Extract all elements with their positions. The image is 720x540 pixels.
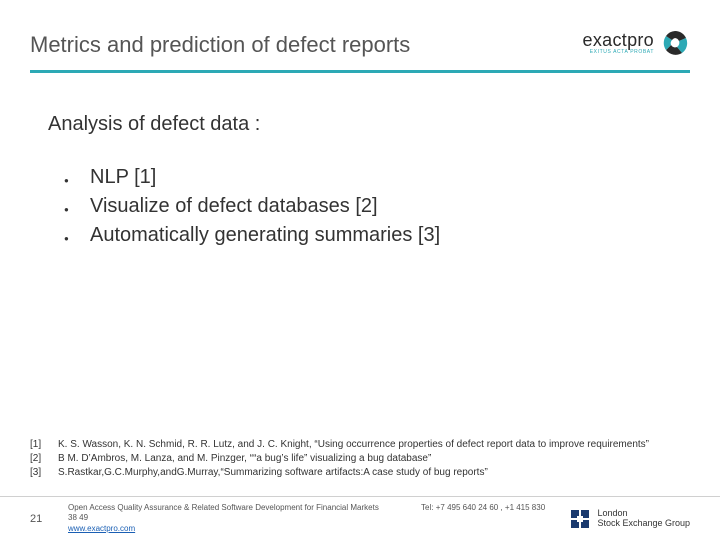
bullet-text: Automatically generating summaries [3]: [90, 224, 440, 247]
bullet-list: ● NLP [1] ● Visualize of defect database…: [48, 166, 672, 247]
exactpro-logo: exactpro EXITUS ACTA PROBAT: [583, 28, 690, 58]
reference-item: [3] S.Rastkar,G.C.Murphy,andG.Murray,“Su…: [30, 466, 690, 480]
logo-main-text: exactpro: [583, 31, 654, 49]
page-number: 21: [30, 513, 50, 525]
bullet-text: Visualize of defect databases [2]: [90, 195, 378, 218]
logo-sub-text: EXITUS ACTA PROBAT: [590, 50, 654, 55]
reference-text: K. S. Wasson, K. N. Schmid, R. R. Lutz, …: [58, 438, 690, 452]
lseg-line2: Stock Exchange Group: [597, 519, 690, 528]
reference-item: [2] B M. D’Ambros, M. Lanza, and M. Pinz…: [30, 452, 690, 466]
bullet-icon: ●: [64, 173, 90, 185]
lseg-logo: London Stock Exchange Group: [569, 508, 690, 530]
exactpro-mark-icon: [660, 28, 690, 58]
reference-number: [1]: [30, 438, 58, 452]
content-subtitle: Analysis of defect data :: [48, 113, 672, 136]
slide-content: Analysis of defect data : ● NLP [1] ● Vi…: [0, 73, 720, 247]
reference-text: S.Rastkar,G.C.Murphy,andG.Murray,“Summar…: [58, 466, 690, 480]
slide-footer: 21 Open Access Quality Assurance & Relat…: [0, 496, 720, 540]
bullet-text: NLP [1]: [90, 166, 156, 189]
page-title: Metrics and prediction of defect reports: [30, 28, 410, 58]
footer-line1: Open Access Quality Assurance & Related …: [68, 503, 379, 512]
list-item: ● Visualize of defect databases [2]: [64, 195, 672, 218]
references: [1] K. S. Wasson, K. N. Schmid, R. R. Lu…: [30, 438, 690, 480]
reference-number: [2]: [30, 452, 58, 466]
bullet-icon: ●: [64, 202, 90, 214]
bullet-icon: ●: [64, 231, 90, 243]
reference-text: B M. D’Ambros, M. Lanza, and M. Pinzger,…: [58, 452, 690, 466]
footer-text: Open Access Quality Assurance & Related …: [68, 503, 551, 534]
list-item: ● Automatically generating summaries [3]: [64, 224, 672, 247]
list-item: ● NLP [1]: [64, 166, 672, 189]
footer-link[interactable]: www.exactpro.com: [68, 524, 135, 533]
reference-item: [1] K. S. Wasson, K. N. Schmid, R. R. Lu…: [30, 438, 690, 452]
lseg-mark-icon: [569, 508, 591, 530]
reference-number: [3]: [30, 466, 58, 480]
